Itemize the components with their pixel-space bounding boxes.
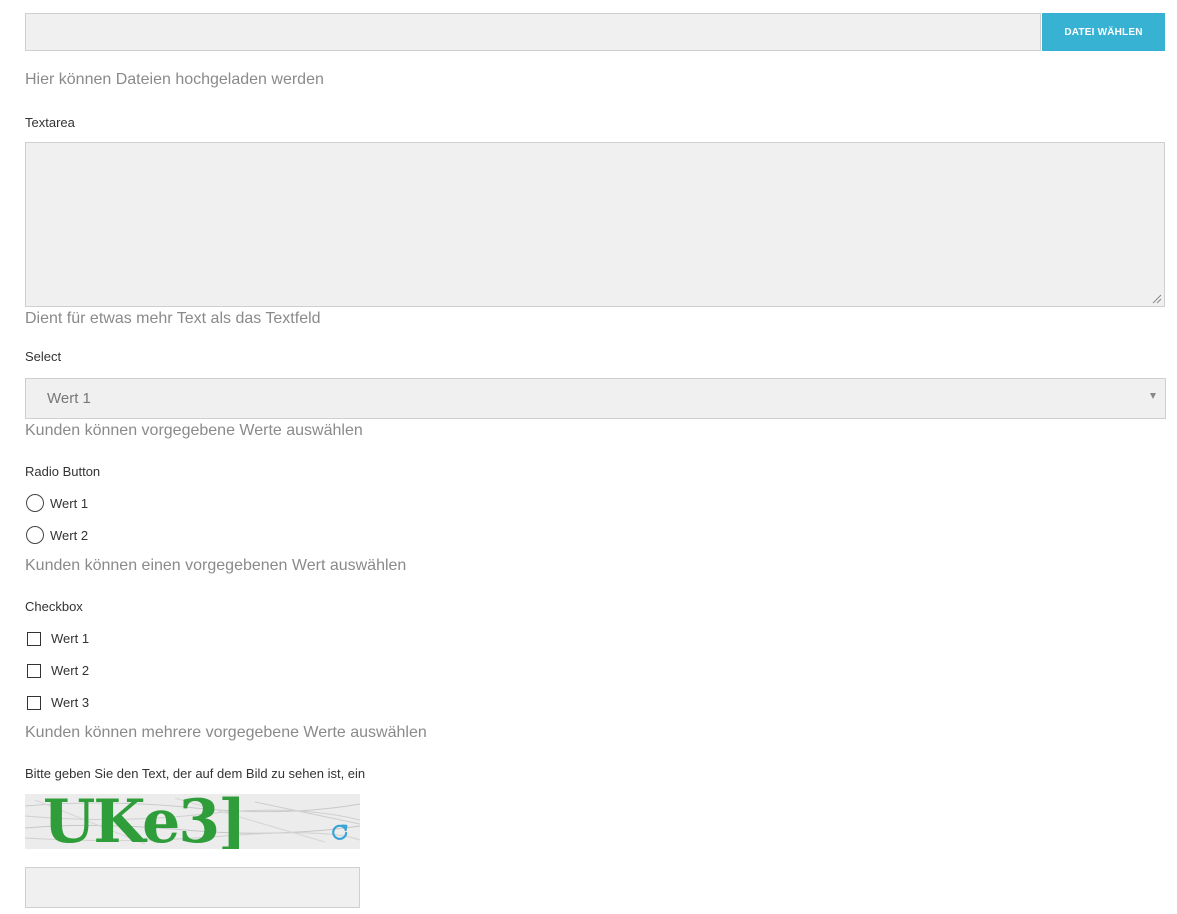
form-page: DATEI WÄHLEN Hier können Dateien hochgel…	[0, 0, 1177, 914]
radio-button-icon[interactable]	[26, 494, 44, 512]
value-select[interactable]: Wert 1	[25, 378, 1166, 419]
select-current-value: Wert 1	[47, 390, 91, 407]
checkbox-option-label: Wert 2	[51, 663, 90, 678]
checkbox-icon[interactable]	[27, 631, 41, 646]
checkbox-label: Checkbox	[25, 599, 83, 614]
checkbox-option-label: Wert 1	[51, 631, 90, 646]
radio-button-icon[interactable]	[26, 526, 44, 544]
radio-option-1[interactable]: Wert 1	[26, 494, 88, 512]
radio-label: Radio Button	[25, 464, 101, 479]
radio-option-label: Wert 1	[50, 495, 89, 511]
captcha-input[interactable]	[25, 867, 360, 908]
captcha-image-graphic: UKe3]	[25, 794, 360, 849]
checkbox-option-2[interactable]: Wert 2	[27, 663, 89, 678]
checkbox-option-1[interactable]: Wert 1	[27, 631, 89, 646]
checkbox-help-text: Kunden können mehrere vorgegebene Werte …	[25, 724, 427, 741]
radio-option-label: Wert 2	[50, 527, 89, 543]
checkbox-option-label: Wert 3	[51, 695, 90, 710]
radio-option-2[interactable]: Wert 2	[26, 526, 88, 544]
textarea-help-text: Dient für etwas mehr Text als das Textfe…	[25, 310, 321, 327]
checkbox-icon[interactable]	[27, 663, 41, 678]
checkbox-option-3[interactable]: Wert 3	[27, 695, 89, 710]
textarea-label: Textarea	[25, 115, 75, 130]
captcha-text: UKe3]	[43, 794, 244, 849]
choose-file-button[interactable]: DATEI WÄHLEN	[1042, 13, 1165, 51]
textarea-field[interactable]	[25, 142, 1165, 307]
upload-help-text: Hier können Dateien hochgeladen werden	[25, 71, 324, 88]
checkbox-icon[interactable]	[27, 695, 41, 710]
select-help-text: Kunden können vorgegebene Werte auswähle…	[25, 422, 363, 439]
file-path-field[interactable]	[25, 13, 1041, 51]
dropdown-arrow-icon	[1150, 393, 1156, 399]
captcha-label: Bitte geben Sie den Text, der auf dem Bi…	[25, 766, 366, 781]
resize-handle-icon[interactable]	[1152, 294, 1162, 304]
refresh-icon[interactable]	[330, 822, 350, 842]
select-label: Select	[25, 349, 62, 364]
captcha-image: UKe3]	[25, 794, 360, 849]
radio-help-text: Kunden können einen vorgegebenen Wert au…	[25, 557, 407, 574]
